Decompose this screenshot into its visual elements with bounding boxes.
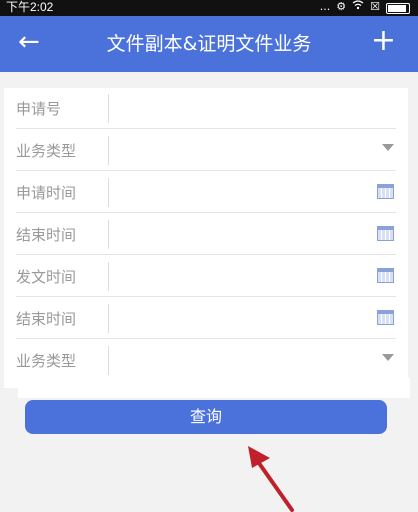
field-label: 结束时间 [16,310,77,328]
form-row-application-time: 申请时间 [4,172,408,213]
form-row-end-time-1: 结束时间 [4,214,408,255]
field-label: 申请号 [16,100,62,118]
form-row-issue-time: 发文时间 [4,256,408,297]
form-row-business-type-2: 业务类型 [4,340,408,381]
field-label: 结束时间 [16,226,77,244]
status-icons: ... ⚙ ☒ [320,0,410,14]
settings-icon: ⚙ [336,0,347,13]
form-row-application-number: 申请号 [4,88,408,129]
status-time: 下午2:02 [6,0,54,14]
close-box-icon: ☒ [370,0,380,13]
row-divider [16,338,396,339]
field-label: 申请时间 [16,184,77,202]
row-divider [16,296,396,297]
issue-time-input[interactable] [114,260,398,293]
more-icon: ... [319,0,331,13]
form-row-business-type: 业务类型 [4,130,408,171]
row-divider [16,254,396,255]
battery-icon [386,2,410,14]
status-bar: 下午2:02 ... ⚙ ☒ [0,0,418,16]
application-time-input[interactable] [114,176,398,209]
application-number-input[interactable] [114,92,398,125]
white-overlay-strip [18,378,410,398]
search-form: 申请号 业务类型 申请时间 结束时间 发文时间 结束时间 业务类型 [4,88,408,388]
field-divider [108,178,109,207]
field-divider [108,346,109,375]
wifi-icon [352,0,364,14]
calendar-icon[interactable] [377,226,394,241]
calendar-icon[interactable] [377,268,394,283]
field-divider [108,94,109,123]
field-label: 业务类型 [16,142,77,160]
field-label: 发文时间 [16,268,77,286]
business-type-select-2[interactable] [114,344,398,377]
chevron-down-icon[interactable] [382,354,394,361]
app-header: ← 文件副本&证明文件业务 + [0,16,418,72]
chevron-down-icon[interactable] [382,144,394,151]
field-divider [108,304,109,333]
calendar-icon[interactable] [377,310,394,325]
add-icon[interactable]: + [371,24,396,58]
field-label: 业务类型 [16,352,77,370]
annotation-arrow-icon [248,446,294,512]
row-divider [16,212,396,213]
field-divider [108,220,109,249]
business-type-select[interactable] [114,134,398,167]
query-button[interactable]: 查询 [25,400,387,434]
field-divider [108,136,109,165]
row-divider [16,170,396,171]
row-divider [16,128,396,129]
field-divider [108,262,109,291]
form-row-end-time-2: 结束时间 [4,298,408,339]
end-time-input-2[interactable] [114,302,398,335]
page-title: 文件副本&证明文件业务 [106,33,312,55]
end-time-input[interactable] [114,218,398,251]
calendar-icon[interactable] [377,184,394,199]
